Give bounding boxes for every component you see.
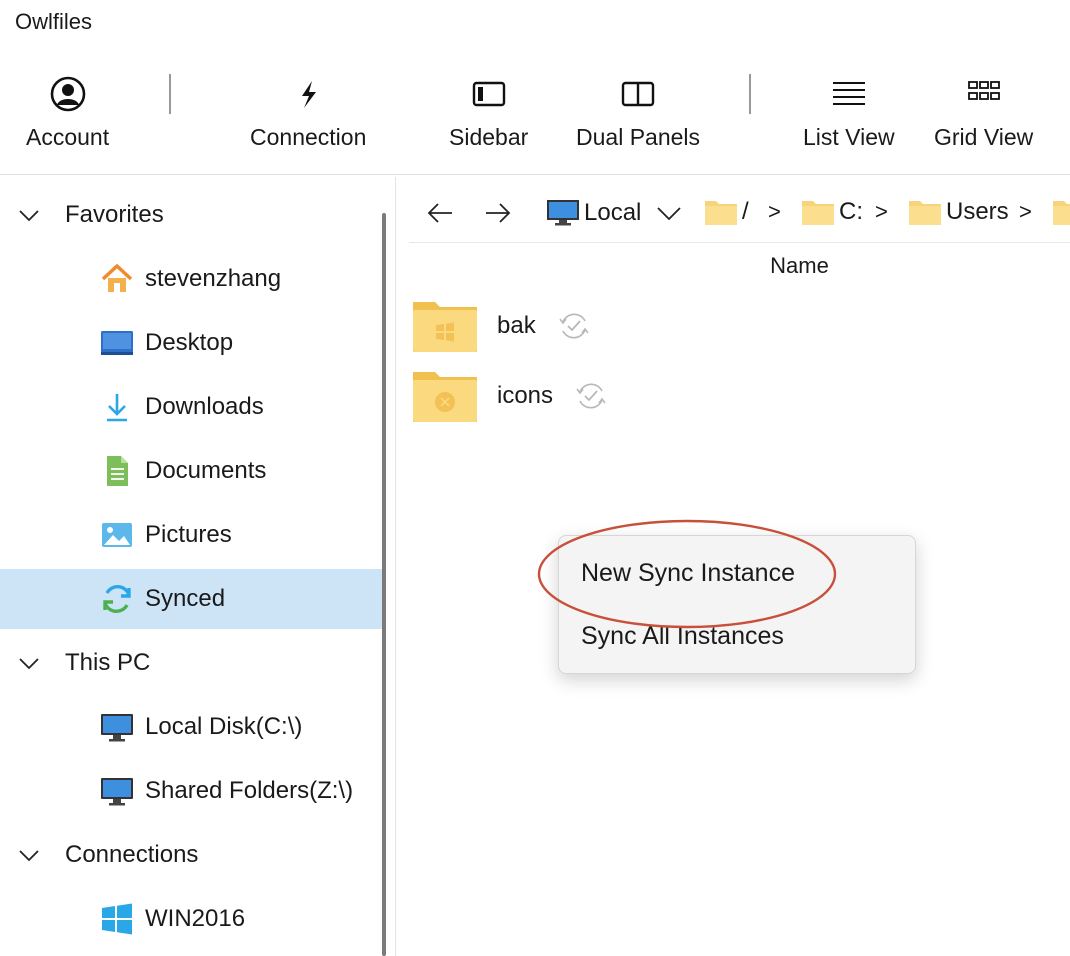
sidebar-item-label: WIN2016 [145, 905, 246, 932]
sidebar-item-label: Pictures [145, 521, 232, 548]
sidebar-item-label: Downloads [145, 393, 264, 420]
sidebar: Favorites stevenzhang Desktop Downloads … [0, 177, 396, 956]
chevron-down-icon [19, 658, 39, 670]
title-bar: Owlfiles [0, 0, 1070, 44]
sidebar-item-pictures[interactable]: Pictures [0, 505, 386, 565]
breadcrumb-separator: > [875, 199, 888, 224]
sidebar-item-downloads[interactable]: Downloads [0, 377, 386, 437]
toolbar: Account Connection Sidebar Dual Panels L… [0, 60, 1070, 175]
breadcrumb-c[interactable]: C: [801, 198, 863, 226]
sidebar-group-this-pc[interactable]: This PC [0, 633, 386, 693]
account-icon [50, 76, 85, 112]
list-view-button[interactable]: List View [803, 74, 895, 151]
grid-view-label: Grid View [934, 124, 1034, 150]
arrow-right-icon [486, 203, 511, 223]
lightning-icon [302, 81, 317, 108]
breadcrumb-label: / [742, 198, 749, 225]
sidebar-label: Sidebar [449, 124, 529, 150]
sidebar-item-label: Local Disk(C:\) [145, 713, 303, 740]
arrow-left-icon [427, 203, 452, 223]
sync-all-instances-menu-item[interactable]: Sync All Instances [559, 606, 915, 666]
windows-folder-icon [413, 302, 477, 352]
folder-icon [1053, 201, 1070, 225]
folder-icon [909, 201, 941, 225]
navigation-bar: Local / > C: > Users > [409, 185, 1070, 243]
location-selector[interactable]: Local [546, 198, 683, 228]
sidebar-item-label: Desktop [145, 329, 234, 356]
breadcrumb-label: Users [946, 198, 1009, 225]
file-row-icons[interactable]: icons [409, 364, 1070, 428]
sidebar-divider[interactable] [395, 177, 396, 956]
breadcrumb-separator: > [1019, 199, 1032, 224]
sync-status-icon [559, 313, 589, 339]
folder-icon [705, 201, 737, 225]
windows-logo-icon [98, 900, 136, 938]
monitor-icon [98, 772, 136, 810]
sidebar-item-label: stevenzhang [145, 265, 282, 292]
dual-panels-icon [621, 81, 655, 107]
account-button[interactable]: Account [26, 74, 109, 151]
new-sync-instance-menu-item[interactable]: New Sync Instance [559, 543, 915, 603]
desktop-icon [98, 324, 136, 362]
location-label: Local [584, 199, 642, 226]
breadcrumb-users[interactable]: Users [908, 198, 1009, 226]
column-header-name[interactable]: Name [409, 253, 1070, 283]
sidebar-item-label: Shared Folders(Z:\) [145, 777, 354, 804]
breadcrumb-separator: > [768, 199, 781, 224]
toolbar-separator [749, 74, 751, 114]
file-row-bak[interactable]: bak [409, 294, 1070, 358]
grid-view-button[interactable]: Grid View [934, 74, 1033, 151]
x-folder-icon [413, 372, 477, 422]
dual-panels-button[interactable]: Dual Panels [576, 74, 700, 151]
back-button[interactable] [425, 198, 455, 228]
sidebar-group-label: Connections [65, 841, 199, 868]
app-title: Owlfiles [15, 9, 93, 34]
account-label: Account [26, 124, 110, 150]
sidebar-item-desktop[interactable]: Desktop [0, 313, 386, 373]
document-icon [98, 452, 136, 490]
sidebar-item-label: Documents [145, 457, 267, 484]
sync-status-icon [576, 383, 606, 409]
file-name: icons [497, 382, 554, 409]
sidebar-item-local-disk[interactable]: Local Disk(C:\) [0, 697, 386, 757]
toolbar-separator [169, 74, 171, 114]
grid-view-icon [967, 81, 1000, 100]
home-icon [98, 260, 136, 298]
dual-panels-label: Dual Panels [576, 124, 701, 150]
sidebar-group-label: This PC [65, 649, 151, 676]
breadcrumb-next-folder[interactable] [1052, 198, 1070, 226]
sidebar-item-label: Synced [145, 585, 226, 612]
sidebar-button[interactable]: Sidebar [449, 74, 528, 151]
folder-icon [802, 201, 834, 225]
chevron-down-icon [19, 210, 39, 222]
sidebar-group-connections[interactable]: Connections [0, 825, 386, 885]
connection-label: Connection [250, 124, 367, 150]
monitor-icon [547, 200, 579, 226]
sidebar-group-label: Favorites [65, 201, 164, 228]
context-menu: New Sync Instance Sync All Instances [558, 535, 916, 674]
sync-icon [98, 580, 136, 618]
sidebar-item-stevenzhang[interactable]: stevenzhang [0, 249, 386, 309]
sidebar-scrollbar[interactable] [382, 213, 386, 956]
sidebar-item-documents[interactable]: Documents [0, 441, 386, 501]
sidebar-item-shared-folders[interactable]: Shared Folders(Z:\) [0, 761, 386, 821]
download-icon [98, 388, 136, 426]
file-name: bak [497, 312, 536, 339]
monitor-icon [98, 708, 136, 746]
chevron-down-icon [657, 207, 682, 221]
breadcrumb-root[interactable]: / [704, 198, 749, 226]
breadcrumb-label: C: [839, 198, 863, 225]
sidebar-toggle-icon [472, 81, 505, 107]
list-view-label: List View [803, 124, 895, 150]
connection-button[interactable]: Connection [250, 74, 366, 151]
sidebar-group-favorites[interactable]: Favorites [0, 185, 386, 245]
chevron-down-icon [19, 850, 39, 862]
sidebar-item-synced[interactable]: Synced [0, 569, 386, 629]
sidebar-item-win2016[interactable]: WIN2016 [0, 889, 386, 949]
list-view-icon [832, 82, 865, 105]
forward-button[interactable] [483, 198, 513, 228]
picture-icon [98, 516, 136, 554]
